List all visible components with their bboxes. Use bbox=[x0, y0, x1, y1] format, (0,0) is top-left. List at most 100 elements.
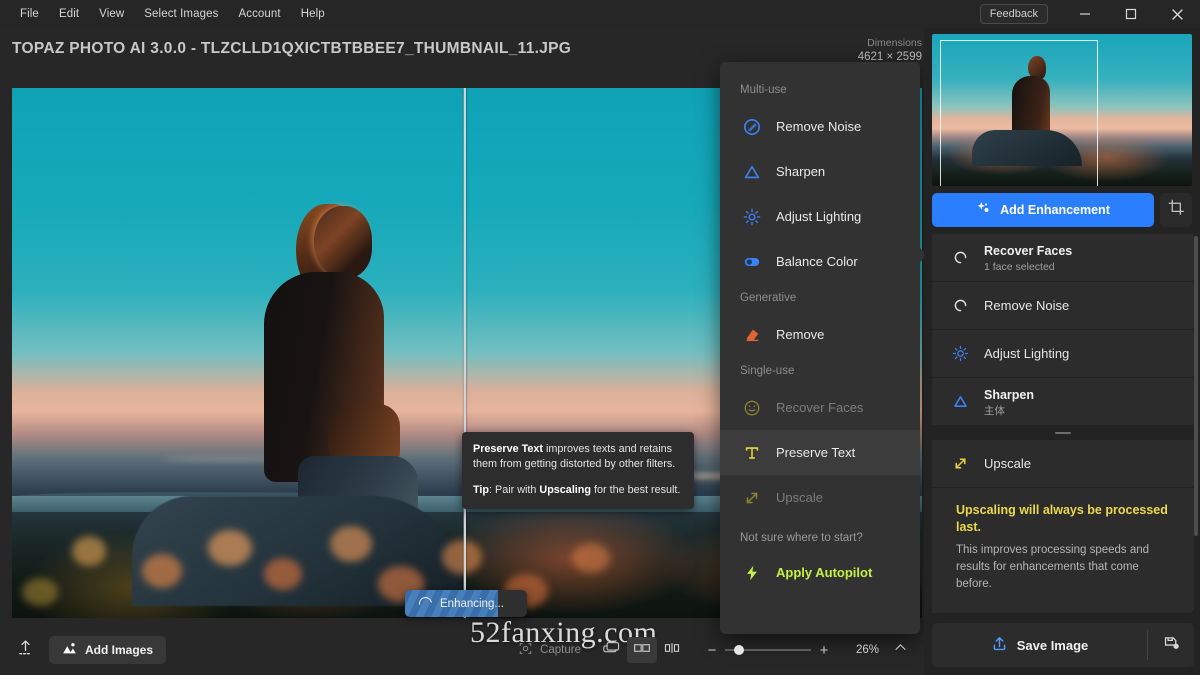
sidebar-scrollbar[interactable] bbox=[1194, 236, 1198, 536]
dropdown-label: Preserve Text bbox=[776, 445, 856, 460]
upload-arrow-icon bbox=[991, 635, 1008, 655]
tooltip-text-2a: : Pair with bbox=[489, 484, 540, 496]
capture-button[interactable]: Capture bbox=[518, 641, 581, 659]
zoom-value: 26% bbox=[855, 644, 879, 656]
spinner-icon bbox=[416, 594, 435, 613]
zoom-control: − + 26% bbox=[701, 642, 879, 659]
dropdown-label: Apply Autopilot bbox=[776, 565, 873, 580]
window-controls: Feedback bbox=[979, 0, 1200, 28]
enhancement-row-recover-faces[interactable]: Recover Faces 1 face selected bbox=[932, 234, 1194, 281]
dropdown-item-adjust-lighting[interactable]: Adjust Lighting bbox=[720, 194, 920, 239]
upload-icon bbox=[16, 638, 35, 662]
upscale-notice-body: This improves processing speeds and resu… bbox=[956, 544, 1150, 590]
dropdown-section-generative: Generative bbox=[740, 292, 797, 304]
dimensions-label: Dimensions bbox=[867, 37, 922, 49]
menu-edit[interactable]: Edit bbox=[49, 4, 89, 24]
enhancement-title: Upscale bbox=[984, 455, 1031, 471]
minimize-button[interactable] bbox=[1062, 0, 1108, 28]
enhancement-text: Adjust Lighting bbox=[984, 345, 1069, 363]
dropdown-item-recover-faces[interactable]: Recover Faces bbox=[720, 385, 920, 430]
view-mode-side-by-side[interactable] bbox=[657, 637, 687, 663]
dropdown-item-sharpen[interactable]: Sharpen bbox=[720, 149, 920, 194]
tooltip-bold-upscaling: Upscaling bbox=[539, 484, 592, 496]
dropdown-label: Remove Noise bbox=[776, 119, 862, 134]
dropdown-label: Balance Color bbox=[776, 254, 858, 269]
text-t-icon bbox=[742, 444, 762, 462]
save-image-label: Save Image bbox=[1016, 637, 1089, 653]
sun-icon bbox=[950, 345, 970, 362]
save-row: Save Image bbox=[932, 623, 1194, 667]
maximize-icon bbox=[1125, 8, 1137, 20]
maximize-button[interactable] bbox=[1108, 0, 1154, 28]
enhancement-row-remove-noise[interactable]: Remove Noise bbox=[932, 282, 1194, 329]
tooltip-bold-1: Preserve Text bbox=[473, 443, 544, 455]
add-enhancement-dropdown: Multi-use Remove Noise Sharpen Adjust Li… bbox=[720, 62, 927, 634]
zoom-slider[interactable] bbox=[725, 645, 811, 655]
enhancement-title: Remove Noise bbox=[984, 297, 1070, 313]
side-by-side-view-icon bbox=[663, 640, 681, 661]
enhancement-row-adjust-lighting[interactable]: Adjust Lighting bbox=[932, 330, 1194, 377]
dropdown-item-apply-autopilot[interactable]: Apply Autopilot bbox=[720, 550, 920, 595]
view-mode-single[interactable] bbox=[597, 637, 627, 663]
dropdown-item-remove-noise[interactable]: Remove Noise bbox=[720, 104, 920, 149]
lightning-bolt-icon bbox=[742, 564, 762, 582]
enhancement-list: Recover Faces 1 face selected Remove Noi… bbox=[932, 234, 1194, 611]
spinner-icon bbox=[950, 249, 970, 266]
sun-icon bbox=[742, 208, 762, 226]
list-drag-handle[interactable] bbox=[932, 426, 1194, 440]
dropdown-section-single-use: Single-use bbox=[740, 365, 795, 377]
add-images-button[interactable]: Add Images bbox=[49, 636, 167, 664]
dropdown-label: Adjust Lighting bbox=[776, 209, 862, 224]
save-options-button[interactable] bbox=[1148, 634, 1194, 656]
crop-button[interactable] bbox=[1160, 193, 1192, 227]
tooltip-text-2b: for the best result. bbox=[591, 484, 681, 496]
save-preset-icon bbox=[1163, 634, 1180, 656]
dropdown-item-preserve-text[interactable]: Preserve Text bbox=[720, 430, 920, 475]
enhancement-title: Sharpen bbox=[984, 387, 1035, 402]
menu-account[interactable]: Account bbox=[228, 4, 290, 24]
upload-button[interactable] bbox=[16, 638, 35, 662]
zoom-out-button[interactable]: − bbox=[701, 642, 723, 659]
expand-panel-button[interactable] bbox=[893, 640, 908, 660]
upscale-arrows-icon bbox=[742, 489, 762, 507]
enhancement-text: Sharpen 主体 bbox=[984, 386, 1034, 418]
save-image-button[interactable]: Save Image bbox=[932, 623, 1147, 667]
zoom-in-button[interactable]: + bbox=[813, 642, 835, 659]
thumbnail-image bbox=[932, 34, 1192, 186]
view-mode-split[interactable] bbox=[627, 637, 657, 663]
thumbnail-rock bbox=[972, 130, 1082, 166]
chevron-up-icon bbox=[893, 642, 908, 659]
feedback-button[interactable]: Feedback bbox=[979, 4, 1048, 24]
enhancement-row-sharpen[interactable]: Sharpen 主体 bbox=[932, 378, 1194, 425]
add-enhancement-label: Add Enhancement bbox=[1000, 203, 1110, 217]
dropdown-item-balance-color[interactable]: Balance Color bbox=[720, 239, 920, 284]
tooltip-spacer bbox=[473, 472, 683, 483]
comparison-split-handle[interactable] bbox=[464, 88, 466, 618]
preview-thumbnail[interactable] bbox=[932, 34, 1192, 186]
menu-select-images[interactable]: Select Images bbox=[134, 4, 228, 24]
zoom-slider-knob[interactable] bbox=[733, 645, 744, 655]
tooltip-line-2: Tip: Pair with Upscaling for the best re… bbox=[473, 483, 683, 498]
dropdown-item-upscale[interactable]: Upscale bbox=[720, 475, 920, 520]
bottom-toolbar: Add Images Capture − + 26% bbox=[0, 625, 924, 675]
eraser-icon bbox=[742, 326, 762, 344]
menu-view[interactable]: View bbox=[89, 4, 134, 24]
smiley-face-icon bbox=[742, 399, 762, 417]
page-title: TOPAZ PHOTO AI 3.0.0 - TLZCLLD1QXICTBTBB… bbox=[12, 40, 572, 57]
enhancement-row-upscale[interactable]: Upscale bbox=[932, 440, 1194, 487]
enhancement-subtitle: 主体 bbox=[984, 404, 1005, 417]
split-view-icon bbox=[633, 640, 651, 661]
menu-help[interactable]: Help bbox=[291, 4, 335, 24]
enhancing-label: Enhancing... bbox=[440, 597, 504, 610]
add-enhancement-button[interactable]: Add Enhancement bbox=[932, 193, 1154, 227]
menu-bar: File Edit View Select Images Account Hel… bbox=[0, 4, 335, 24]
app-window: File Edit View Select Images Account Hel… bbox=[0, 0, 1200, 675]
add-images-label: Add Images bbox=[85, 643, 154, 657]
balance-color-icon bbox=[742, 253, 762, 271]
dropdown-item-remove[interactable]: Remove bbox=[720, 312, 920, 357]
menu-file[interactable]: File bbox=[10, 4, 49, 24]
close-button[interactable] bbox=[1154, 0, 1200, 28]
enhancement-subtitle: 1 face selected bbox=[984, 260, 1055, 273]
tooltip-line-1: Preserve Text improves texts and retains… bbox=[473, 442, 683, 472]
enhancing-status-pill: Enhancing... bbox=[405, 590, 527, 617]
